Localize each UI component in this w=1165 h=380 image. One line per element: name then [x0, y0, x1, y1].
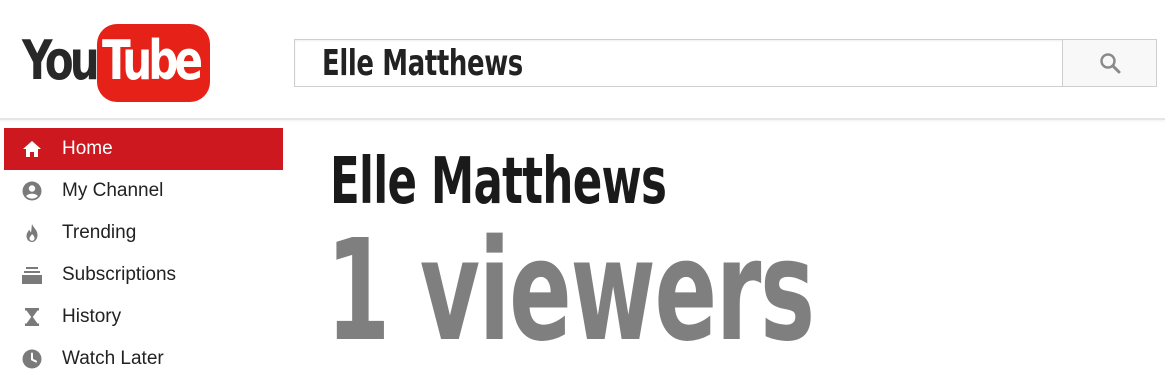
search-button[interactable]: [1062, 39, 1157, 87]
viewers-count: 1 viewers: [326, 210, 815, 373]
account-icon: [22, 181, 42, 201]
sidebar-item-label: Watch Later: [62, 348, 164, 369]
subscriptions-icon: [22, 267, 42, 284]
logo-tube-box: Tube: [97, 24, 210, 102]
home-icon: [23, 141, 41, 157]
sidebar-item-home[interactable]: Home: [4, 128, 283, 170]
sidebar-item-history[interactable]: History: [4, 296, 283, 338]
search-input[interactable]: Elle Matthews: [294, 39, 1063, 87]
logo-tube-text: Tube: [102, 29, 203, 92]
search-input-value: Elle Matthews: [322, 43, 523, 84]
sidebar-item-label: Subscriptions: [62, 264, 177, 285]
channel-name: Elle Matthews: [330, 145, 667, 219]
sidebar-item-label: History: [62, 306, 122, 327]
sidebar-item-trending[interactable]: Trending: [4, 212, 283, 254]
search-icon: [1100, 53, 1121, 74]
sidebar-item-subscriptions[interactable]: Subscriptions: [4, 254, 283, 296]
youtube-logo[interactable]: You Tube: [22, 22, 212, 104]
clock-icon: [22, 349, 42, 369]
hourglass-icon: [25, 308, 39, 326]
sidebar-item-watch-later[interactable]: Watch Later: [4, 338, 283, 380]
logo-you-text: You: [22, 29, 100, 92]
header: You Tube Elle Matthews: [0, 0, 1165, 120]
sidebar: Home My Channel Trending Subscriptions H…: [0, 120, 290, 378]
sidebar-item-label: Trending: [62, 222, 137, 243]
sidebar-item-label: My Channel: [62, 180, 164, 201]
sidebar-item-my-channel[interactable]: My Channel: [4, 170, 283, 212]
flame-icon: [26, 224, 38, 242]
sidebar-item-label: Home: [62, 138, 113, 159]
